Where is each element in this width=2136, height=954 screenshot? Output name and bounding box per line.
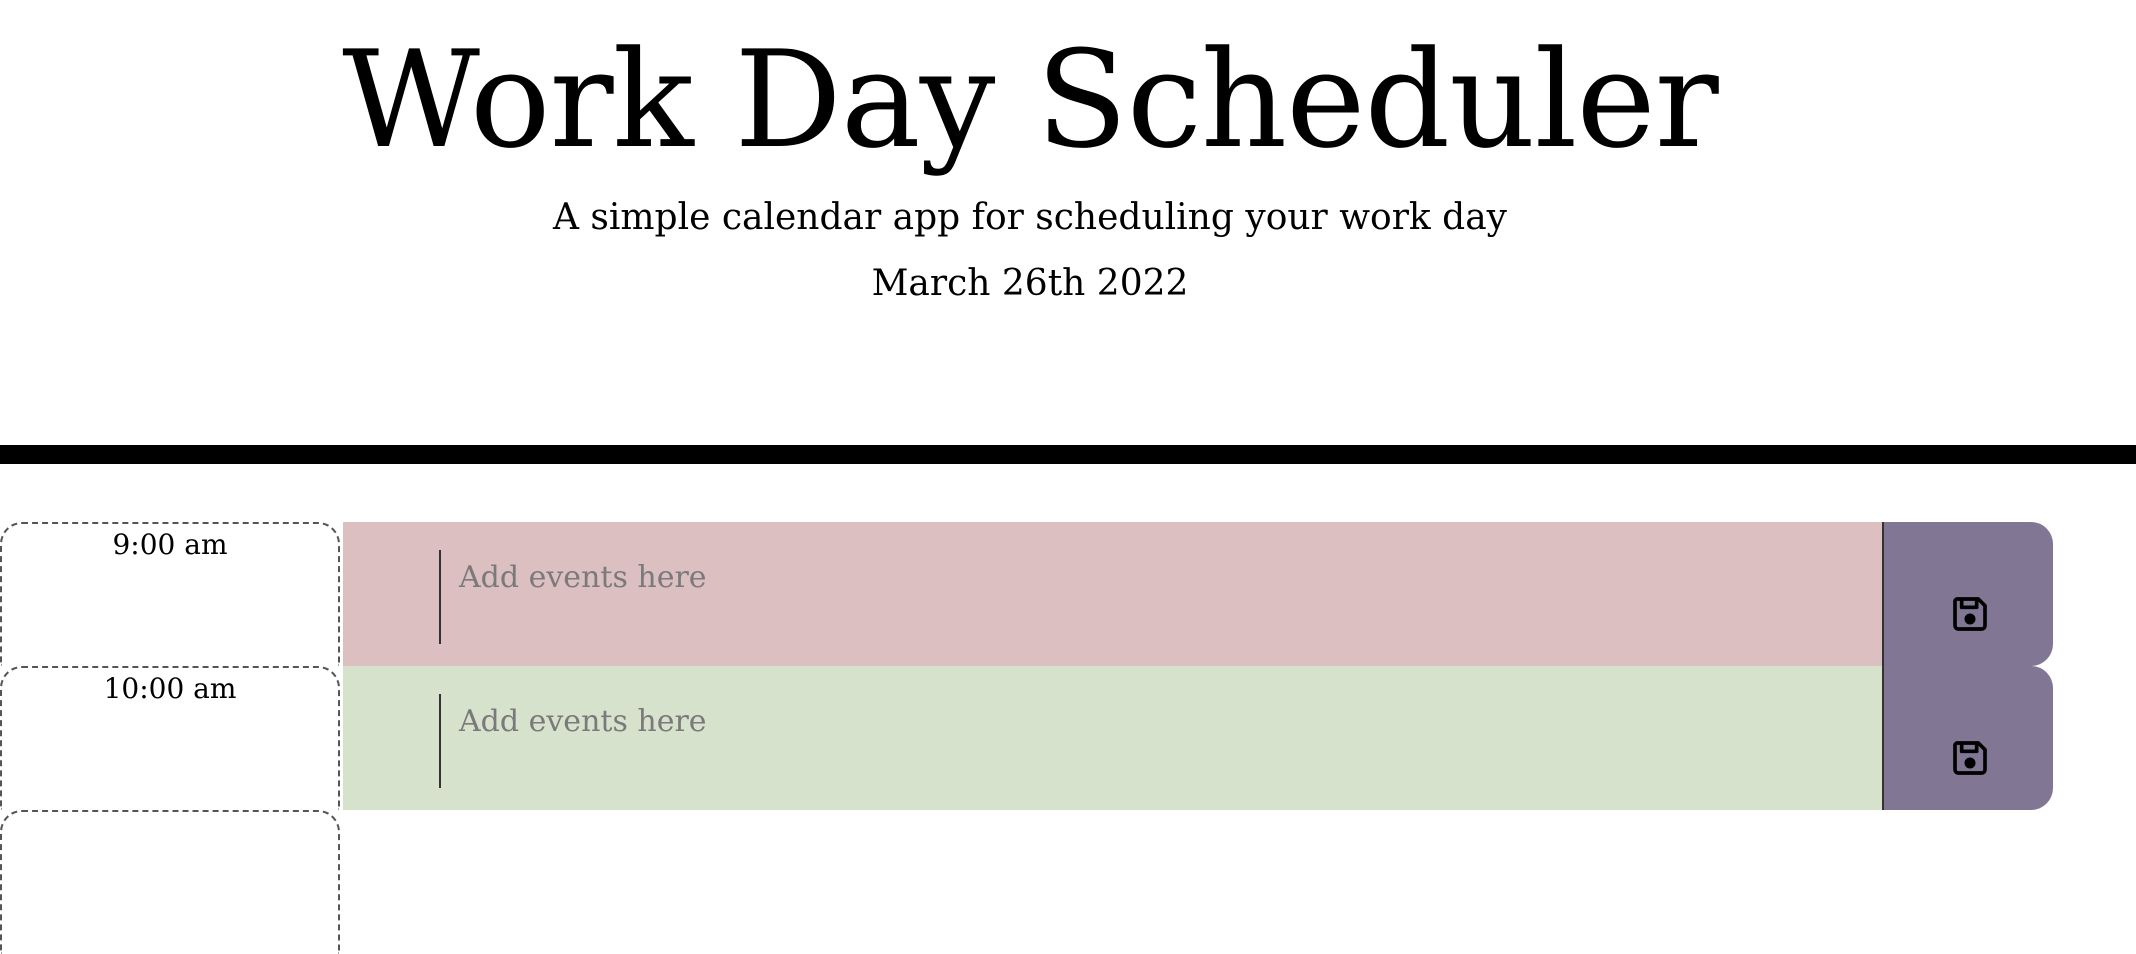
event-input[interactable] [439,694,1839,788]
hour-label: 9:00 am [0,522,340,666]
event-input[interactable] [439,550,1839,644]
header: Work Day Scheduler A simple calendar app… [0,0,2060,330]
time-block-row: 10:00 am [0,666,2136,810]
save-button[interactable] [1882,522,2053,666]
schedule-container: 9:00 am 10:00 am [0,522,2136,954]
save-button[interactable] [1882,666,2053,810]
floppy-disk-icon [1953,597,1987,631]
time-block-row [0,810,2136,954]
current-date: March 26th 2022 [871,263,1189,304]
hour-label: 10:00 am [0,666,340,810]
page-title: Work Day Scheduler [342,22,1719,178]
time-block-row: 9:00 am [0,522,2136,666]
hour-label [0,810,340,954]
page-subtitle: A simple calendar app for scheduling you… [552,197,1508,238]
event-block-past [343,522,1883,666]
header-divider [0,445,2136,464]
event-block-present [343,666,1883,810]
floppy-disk-icon [1953,741,1987,775]
